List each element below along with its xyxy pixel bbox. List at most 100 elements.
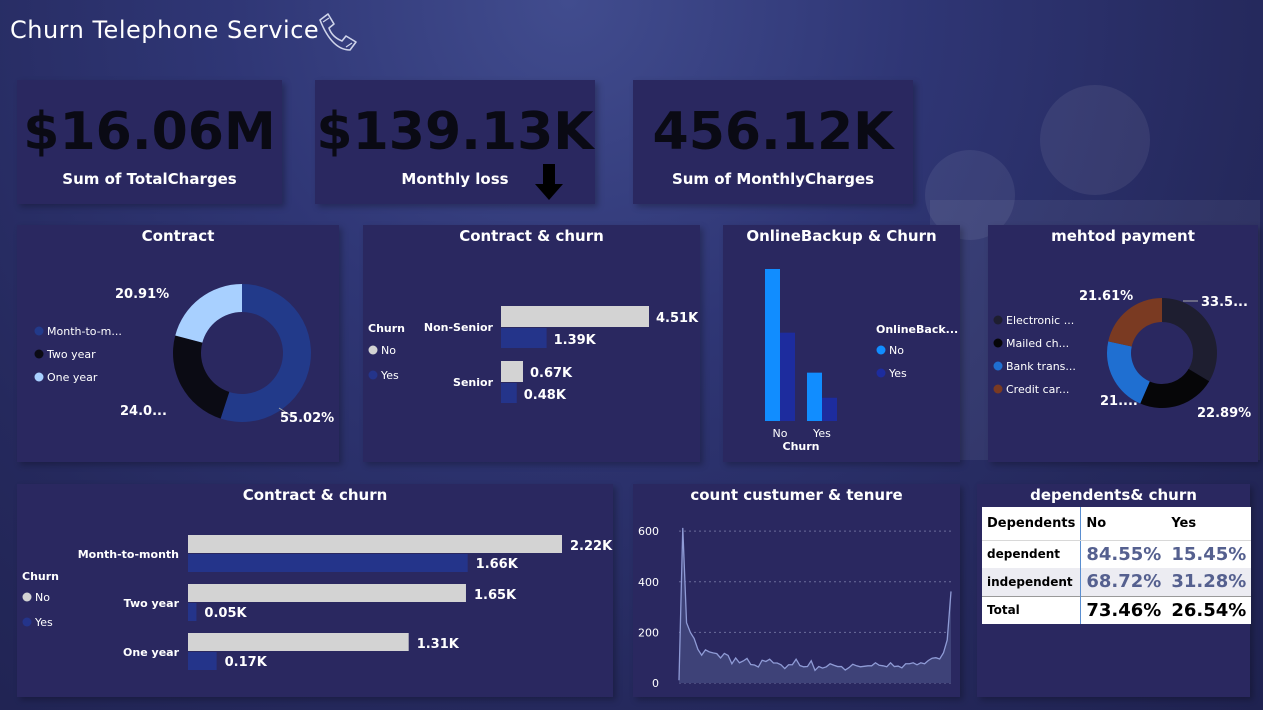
data-label: 1.65K xyxy=(474,588,517,603)
data-label: 4.51K xyxy=(656,311,699,326)
tenure-area-chart: 600 400 200 0 xyxy=(638,525,952,690)
data-label: 33.5... xyxy=(1201,295,1248,310)
kpi-card-total-charges[interactable]: $16.06M Sum of TotalCharges xyxy=(17,80,282,204)
senior-churn-panel[interactable]: Contract & churn Churn No Yes Non-Senior 4.5… xyxy=(363,225,700,462)
table-header-row: Dependents No Yes xyxy=(982,507,1252,541)
legend-item-marker xyxy=(22,617,32,627)
column-header: Dependents xyxy=(982,507,1081,541)
legend-item-marker xyxy=(34,349,44,359)
chart-title: dependents& churn xyxy=(1030,486,1197,504)
data-label: 0.17K xyxy=(225,655,268,670)
row-label: independent xyxy=(987,574,1073,589)
table-cell: 26.54% xyxy=(1166,595,1252,624)
legend-item: Two year xyxy=(46,348,96,361)
category-label: One year xyxy=(123,646,180,659)
payment-donut-chart: Electronic ... Mailed ch... Bank trans... C… xyxy=(993,289,1251,421)
category-label: Senior xyxy=(453,376,494,389)
legend-item: Electronic ... xyxy=(1006,314,1074,327)
legend-item: No xyxy=(381,344,396,357)
legend-item: Yes xyxy=(380,369,399,382)
legend-item-marker xyxy=(22,592,32,602)
table-cell: 84.55% xyxy=(1080,540,1167,568)
contract-churn-chart: Churn No Yes Month-to-month 2.22K 1.66K Two ye… xyxy=(22,535,613,670)
legend-item-marker xyxy=(876,368,886,378)
legend-item: Yes xyxy=(888,367,907,380)
donut-slice xyxy=(175,284,242,343)
page-title: Churn Telephone Service xyxy=(10,16,320,44)
payment-donut-panel[interactable]: mehtod payment Electronic ... Mailed ch..… xyxy=(988,225,1258,462)
data-label: 0.67K xyxy=(530,366,573,381)
dependents-table-panel[interactable]: dependents& churn Dependents No Yes depe… xyxy=(977,484,1252,697)
table-cell: 15.45% xyxy=(1171,543,1247,565)
kpi-label: Sum of TotalCharges xyxy=(62,170,237,188)
row-label: dependent xyxy=(987,547,1061,562)
bar xyxy=(807,372,822,421)
category-label: Non-Senior xyxy=(424,321,494,334)
legend-title: Churn xyxy=(368,322,405,335)
donut-slice xyxy=(1162,298,1217,382)
table-total-row: Total 73.46% 26.54% xyxy=(982,595,1252,624)
column-header: No xyxy=(1080,507,1167,541)
data-label: 55.02% xyxy=(280,411,334,426)
legend-item-marker xyxy=(993,384,1003,394)
bar-yes xyxy=(501,383,517,403)
senior-churn-chart: Churn No Yes Non-Senior 4.51K 1.39K Senior 0.67… xyxy=(368,306,699,403)
legend-title: OnlineBack... xyxy=(876,323,958,336)
legend-item: Bank trans... xyxy=(1006,360,1076,373)
data-label: 2.22K xyxy=(570,539,613,554)
data-label: 1.31K xyxy=(417,637,460,652)
legend-item: Credit car... xyxy=(1006,383,1069,396)
legend-title: Churn xyxy=(22,570,59,583)
bar-no xyxy=(501,306,649,327)
data-label: 1.66K xyxy=(476,557,519,572)
kpi-card-monthly-loss[interactable]: $139.13K Monthly loss xyxy=(315,80,595,204)
bar-no xyxy=(188,633,409,651)
data-label: 20.91% xyxy=(115,287,169,302)
row-label: Total xyxy=(982,595,1081,624)
data-label: 0.48K xyxy=(524,388,567,403)
legend-item: No xyxy=(35,591,50,604)
x-axis-label: Churn xyxy=(783,440,820,453)
data-label: 21.61% xyxy=(1079,289,1133,304)
data-label: 21.... xyxy=(1100,394,1138,409)
onlinebackup-panel[interactable]: OnlineBackup & Churn No Yes Churn OnlineBac… xyxy=(723,225,960,462)
data-label: 24.0... xyxy=(120,404,167,419)
bar-yes xyxy=(188,603,197,621)
contract-donut-panel[interactable]: Contract Month-to-m... Two year One year 55… xyxy=(17,225,339,462)
table-row: independent 68.72% 31.28% xyxy=(982,568,1252,596)
legend-item-marker xyxy=(993,338,1003,348)
phone-icon xyxy=(319,13,357,51)
legend-item-marker xyxy=(876,345,886,355)
area-line xyxy=(678,527,952,681)
category-label: Two year xyxy=(124,597,180,610)
y-tick-label: 0 xyxy=(652,677,659,690)
arrow-down-icon xyxy=(535,164,563,200)
y-tick-label: 200 xyxy=(638,626,659,639)
table-cell: 31.28% xyxy=(1171,571,1247,593)
x-tick-label: No xyxy=(773,427,788,440)
kpi-value: $16.06M xyxy=(23,102,276,162)
bar-yes xyxy=(188,652,217,670)
legend-item: Mailed ch... xyxy=(1006,337,1069,350)
contract-donut-chart: Month-to-m... Two year One year 55.02% 24.0.… xyxy=(34,284,334,426)
bar-no xyxy=(501,361,523,382)
bar xyxy=(765,269,780,421)
legend-item-marker xyxy=(993,361,1003,371)
kpi-value: $139.13K xyxy=(316,102,594,162)
donut-slice xyxy=(173,335,230,419)
legend-item-marker xyxy=(993,315,1003,325)
category-label: Month-to-month xyxy=(78,548,179,561)
bar-yes xyxy=(501,328,547,348)
legend-item: One year xyxy=(47,371,98,384)
kpi-label: Sum of MonthlyCharges xyxy=(671,170,875,188)
bar-yes xyxy=(188,554,468,572)
onlinebackup-chart: No YesChurnOnlineBack...NoYes xyxy=(765,269,958,453)
table-row: dependent 84.55% 15.45% xyxy=(982,540,1251,568)
table-cell: 73.46% xyxy=(1080,595,1167,624)
kpi-card-monthly-charges[interactable]: 456.12K Sum of MonthlyCharges xyxy=(633,80,913,204)
tenure-panel[interactable]: count custumer & tenure 600 400 200 0 xyxy=(633,484,960,697)
contract-churn-panel[interactable]: Contract & churn Churn No Yes Month-to-mont… xyxy=(17,484,613,697)
x-tick-label: Yes xyxy=(812,427,831,440)
data-label: 22.89% xyxy=(1197,406,1251,421)
bar-no xyxy=(188,584,466,602)
